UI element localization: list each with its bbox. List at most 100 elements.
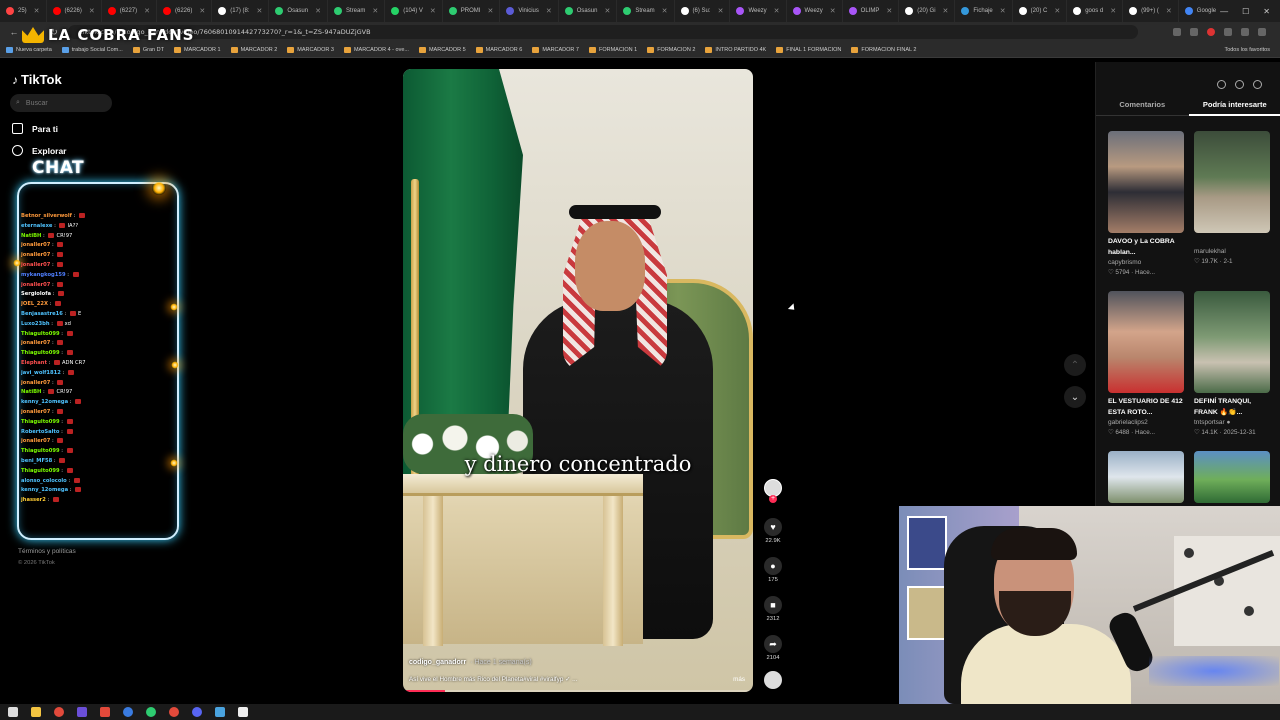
save-button[interactable]: ■ 2312 xyxy=(762,596,784,622)
bookmark-star-icon[interactable] xyxy=(1190,28,1198,36)
browser-tab[interactable]: PROMI ✕ xyxy=(443,0,501,22)
tab-recommended[interactable]: Podría interesarte xyxy=(1188,100,1280,116)
tab-close-icon[interactable]: ✕ xyxy=(1166,7,1172,15)
minimize-icon[interactable]: — xyxy=(1220,7,1228,16)
share-button[interactable]: ➦ 2104 xyxy=(762,635,784,661)
video-progress[interactable] xyxy=(403,690,753,692)
maximize-icon[interactable]: ☐ xyxy=(1242,7,1249,16)
bookmark-item[interactable]: MARCADOR 6 xyxy=(475,46,522,53)
browser-tab[interactable]: (99+) (✕ xyxy=(1123,0,1179,22)
browser-tab[interactable]: (6226) ✕ xyxy=(47,0,102,22)
tab-close-icon[interactable]: ✕ xyxy=(144,7,150,15)
bookmark-item[interactable]: trabajo Social Com... xyxy=(61,46,123,53)
tab-close-icon[interactable]: ✕ xyxy=(546,7,552,15)
tiktok-logo[interactable]: ♪ TikTok xyxy=(12,72,62,87)
browser-tab[interactable]: (6) Su: ✕ xyxy=(675,0,731,22)
bookmark-item[interactable]: Nueva carpeta xyxy=(6,46,52,53)
menu-icon[interactable] xyxy=(1258,28,1266,36)
comment-button[interactable]: ● 175 xyxy=(762,557,784,583)
bookmark-item[interactable]: MARCADOR 5 xyxy=(418,46,466,53)
bookmark-item[interactable]: MARCADOR 2 xyxy=(230,46,277,53)
tab-close-icon[interactable]: ✕ xyxy=(1054,7,1060,15)
app-icon[interactable] xyxy=(146,707,156,717)
recommendation-card[interactable]: marulekhal ♡ 19.7K · 2-1 xyxy=(1194,131,1270,267)
browser-tab[interactable]: Vinicius ✕ xyxy=(500,0,559,22)
settings-icon[interactable] xyxy=(1217,80,1226,89)
nav-item-explore[interactable]: Explorar xyxy=(12,145,67,156)
browser-tab[interactable]: Osasun ✕ xyxy=(269,0,328,22)
back-icon[interactable]: ← xyxy=(8,27,20,37)
file-explorer-icon[interactable] xyxy=(31,707,41,717)
bookmark-item[interactable]: INTRO PARTIDO 4K xyxy=(705,46,766,53)
bookmark-item[interactable]: MARCADOR 4 - ove... xyxy=(343,46,409,53)
recommendation-card[interactable] xyxy=(1108,451,1184,503)
tab-close-icon[interactable]: ✕ xyxy=(830,7,836,15)
previous-video-button[interactable]: ⌃ xyxy=(1064,354,1086,376)
tab-close-icon[interactable]: ✕ xyxy=(886,7,892,15)
tab-close-icon[interactable]: ✕ xyxy=(372,7,378,15)
app-icon[interactable] xyxy=(238,707,248,717)
music-disc[interactable] xyxy=(762,671,784,689)
recommendation-author[interactable]: marulekhal xyxy=(1194,247,1270,257)
bookmark-item[interactable]: FINAL 1 FORMACION xyxy=(776,46,841,53)
recommendation-card[interactable]: DAVOO y La COBRA hablan... capybrismo ♡ … xyxy=(1108,131,1184,278)
recommendation-author[interactable]: tntsportsar ● xyxy=(1194,418,1270,428)
next-video-button[interactable]: ⌄ xyxy=(1064,386,1086,408)
bookmark-item[interactable]: MARCADOR 7 xyxy=(532,46,579,53)
browser-tab[interactable]: Weezy ✕ xyxy=(730,0,787,22)
browser-tab[interactable]: Osasun ✕ xyxy=(559,0,618,22)
tab-close-icon[interactable]: ✕ xyxy=(89,7,95,15)
browser-tab[interactable]: (20) C ✕ xyxy=(1013,0,1068,22)
browser-tab[interactable]: (20) Gi ✕ xyxy=(899,0,956,22)
extensions-icon[interactable] xyxy=(1224,28,1232,36)
browser-tab[interactable]: (104) V ✕ xyxy=(385,0,443,22)
follow-plus-icon[interactable]: + xyxy=(769,495,777,503)
tab-close-icon[interactable]: ✕ xyxy=(1000,7,1006,15)
recommendation-author[interactable]: capybrismo xyxy=(1108,258,1184,268)
bookmark-item[interactable]: FORMACION 2 xyxy=(647,46,695,53)
recommendation-card[interactable]: EL VESTUARIO DE 412 ESTA ROTO... gabriel… xyxy=(1108,291,1184,438)
chrome-icon[interactable] xyxy=(54,707,64,717)
more-link[interactable]: más xyxy=(733,676,745,683)
browser-tab[interactable]: Fichaje ✕ xyxy=(955,0,1013,22)
all-bookmarks-link[interactable]: Todos los favoritos xyxy=(1224,47,1280,53)
tab-close-icon[interactable]: ✕ xyxy=(257,7,263,15)
author-name[interactable]: codigo_ganadorr xyxy=(409,659,466,666)
tab-close-icon[interactable]: ✕ xyxy=(315,7,321,15)
tab-comments[interactable]: Comentarios xyxy=(1096,100,1189,116)
browser-tab[interactable]: Weezy ✕ xyxy=(787,0,843,22)
search-input[interactable]: ⌕ Buscar xyxy=(10,94,112,112)
app-icon[interactable] xyxy=(215,707,225,717)
recommendation-card[interactable] xyxy=(1194,451,1270,503)
record-extension-icon[interactable] xyxy=(1207,28,1215,36)
browser-tab[interactable]: (17) (8: ✕ xyxy=(212,0,270,22)
app-icon[interactable] xyxy=(77,707,87,717)
browser-tab[interactable]: (6226) ✕ xyxy=(157,0,213,22)
tab-close-icon[interactable]: ✕ xyxy=(662,7,668,15)
browser-tab[interactable]: (6227) ✕ xyxy=(102,0,157,22)
url-field[interactable]: tiktok.com/@codigo_ganadorr/video/760680… xyxy=(68,25,1138,39)
video-player[interactable]: y dinero concentrado codigo_ganadorr · Ha… xyxy=(403,69,753,692)
tab-close-icon[interactable]: ✕ xyxy=(718,7,724,15)
like-button[interactable]: ♥ 22.9K xyxy=(762,518,784,544)
discord-icon[interactable] xyxy=(192,707,202,717)
tab-close-icon[interactable]: ✕ xyxy=(199,7,205,15)
tab-close-icon[interactable]: ✕ xyxy=(604,7,610,15)
recommendation-author[interactable]: gabrielaclips2 xyxy=(1108,418,1184,428)
tab-close-icon[interactable]: ✕ xyxy=(430,7,436,15)
browser-tab[interactable]: goos d ✕ xyxy=(1067,0,1124,22)
tab-close-icon[interactable]: ✕ xyxy=(34,7,40,15)
recommendation-card[interactable]: DEFINÍ TRANQUI, FRANK 🔥👏... tntsportsar … xyxy=(1194,291,1270,438)
bookmark-item[interactable]: FORMACION 1 xyxy=(588,46,637,53)
tab-close-icon[interactable]: ✕ xyxy=(774,7,780,15)
bookmark-item[interactable]: MARCADOR 1 xyxy=(173,46,221,53)
user-avatar-icon[interactable] xyxy=(1253,80,1262,89)
windows-start-icon[interactable] xyxy=(8,707,18,717)
browser-tab[interactable]: Stream ✕ xyxy=(617,0,675,22)
tab-close-icon[interactable]: ✕ xyxy=(1110,7,1116,15)
bookmark-item[interactable]: MARCADOR 3 xyxy=(287,46,334,53)
browser-tab[interactable]: OLIMP ✕ xyxy=(843,0,900,22)
browser-tab[interactable]: 25) ✕ xyxy=(0,0,47,22)
app-icon[interactable] xyxy=(169,707,179,717)
nav-item-for-you[interactable]: Para ti xyxy=(12,123,58,134)
